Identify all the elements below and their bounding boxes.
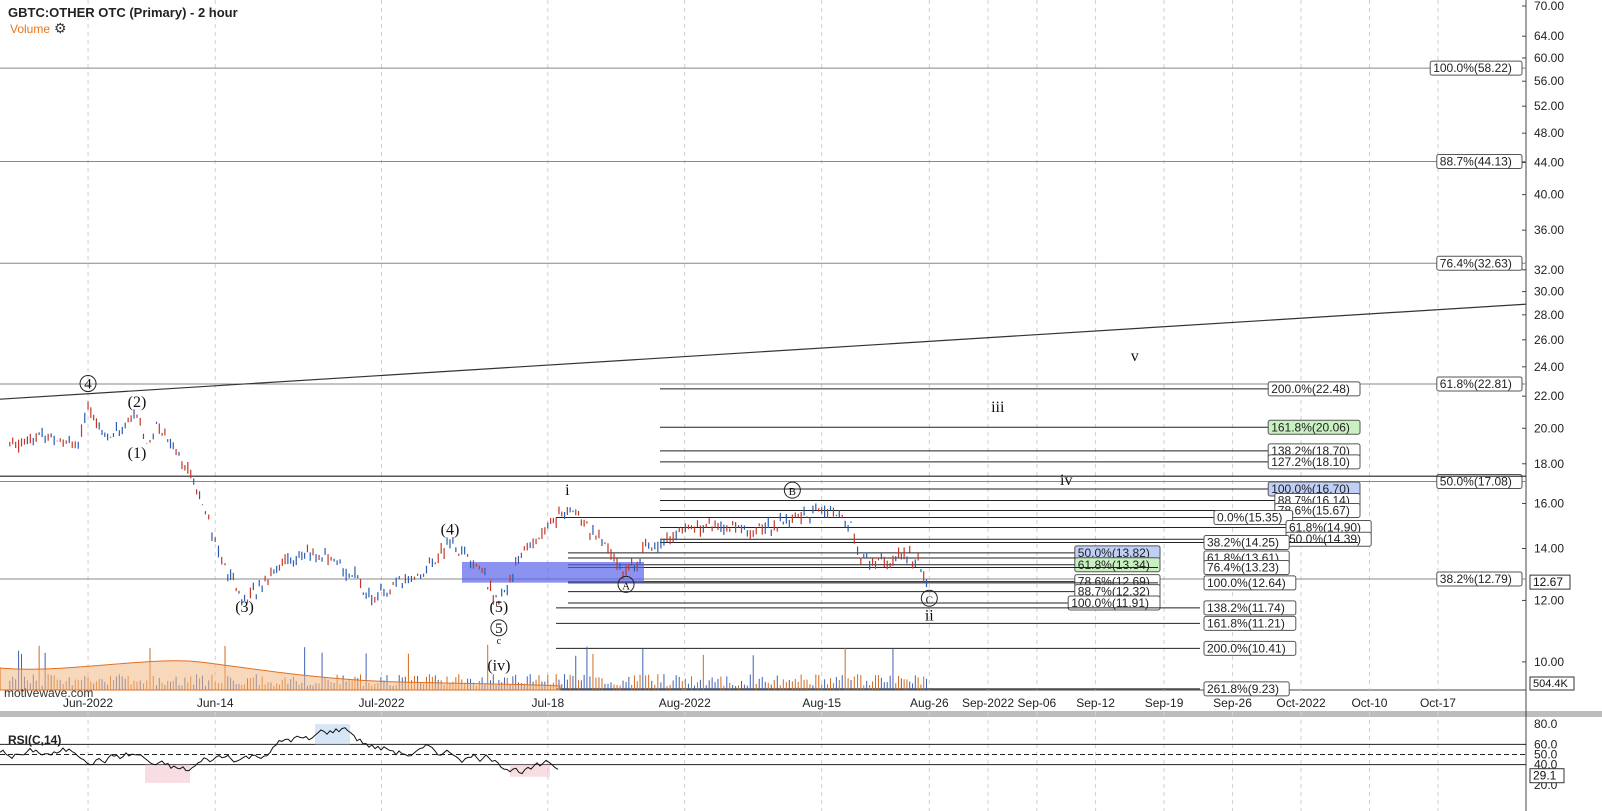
x-tick-label: Aug-15 — [802, 696, 841, 710]
y-tick-label: 10.00 — [1534, 655, 1564, 669]
y-tick-label: 40.00 — [1534, 188, 1564, 202]
y-tick-label: 60.00 — [1534, 51, 1564, 65]
wave-label: B — [789, 486, 796, 498]
x-tick-label: Sep-26 — [1213, 696, 1252, 710]
x-tick-label: Aug-26 — [910, 696, 949, 710]
projection-label: 138.2%(11.74) — [1207, 601, 1285, 615]
wave-label: (3) — [235, 599, 254, 616]
price-chart[interactable]: Jun-2022 Jun-14 Jul-2022 Jul-18 Aug-2022 Aug-… — [0, 0, 1602, 811]
watermark: motivewave.com — [4, 686, 94, 700]
volume-label[interactable]: Volume — [10, 22, 50, 36]
y-tick-label: 70.00 — [1534, 0, 1564, 13]
y-tick-label: 32.00 — [1534, 263, 1564, 277]
y-tick-label: 14.00 — [1534, 541, 1564, 555]
x-tick-label: Jun-14 — [197, 696, 234, 710]
wave-label: iii — [991, 399, 1005, 416]
wave-label: c — [497, 636, 502, 647]
projection-label: 161.8%(11.21) — [1207, 616, 1285, 630]
level-label: 76.4%(32.63) — [1440, 256, 1512, 270]
y-tick-label: 26.00 — [1534, 333, 1564, 347]
wave-label: iv — [1060, 472, 1072, 489]
y-tick-label: 16.00 — [1534, 496, 1564, 510]
x-tick-label: Oct-17 — [1420, 696, 1456, 710]
rsi-label: RSI(C,14) — [8, 733, 62, 747]
y-tick-label: 56.00 — [1534, 74, 1564, 88]
level-label: 100.0%(58.22) — [1433, 61, 1512, 75]
wave-label: (4) — [441, 521, 460, 538]
rsi-last-label: 29.1 — [1533, 769, 1557, 783]
pane-divider — [0, 711, 1602, 717]
wave-label: ii — [925, 608, 934, 625]
projection-label: 161.8%(20.06) — [1271, 420, 1350, 434]
wave-label: i — [565, 482, 570, 499]
projection-label: 50.0%(14.39) — [1289, 532, 1361, 546]
level-label: 88.7%(44.13) — [1440, 155, 1512, 169]
y-tick-label: 24.00 — [1534, 360, 1564, 374]
x-tick-label: Sep-19 — [1145, 696, 1184, 710]
wave-label: (5) — [490, 599, 509, 616]
rsi-pane — [0, 717, 1602, 811]
wave-label: 5 — [495, 621, 503, 637]
projection-label: 0.0%(15.35) — [1217, 510, 1282, 524]
x-tick-label: Aug-2022 — [659, 696, 711, 710]
wave-label: v — [1131, 348, 1139, 365]
x-tick-label: Oct-2022 — [1276, 696, 1326, 710]
last-volume-label: 504.4K — [1533, 678, 1569, 690]
wave-label: (1) — [128, 445, 147, 462]
x-tick-label: Oct-10 — [1351, 696, 1387, 710]
chart-window: Jun-2022 Jun-14 Jul-2022 Jul-18 Aug-2022 Aug-… — [0, 0, 1602, 811]
chart-title: GBTC:OTHER OTC (Primary) - 2 hour — [8, 5, 238, 20]
x-tick-label: Jul-2022 — [358, 696, 404, 710]
wave-label: (2) — [128, 394, 147, 411]
rsi-overbought-fill — [315, 724, 350, 745]
y-tick-label: 44.00 — [1534, 156, 1564, 170]
projection-label: 127.2%(18.10) — [1271, 455, 1350, 469]
rsi-tick-label: 60.0 — [1534, 737, 1558, 751]
y-tick-label: 48.00 — [1534, 126, 1564, 140]
y-tick-label: 52.00 — [1534, 99, 1564, 113]
x-tick-label: Sep-12 — [1076, 696, 1115, 710]
rsi-oversold-fill — [510, 764, 550, 777]
projection-label: 61.8%(13.34) — [1078, 558, 1150, 572]
x-tick-label: Jul-18 — [531, 696, 564, 710]
projection-label: 200.0%(22.48) — [1271, 382, 1350, 396]
y-tick-label: 28.00 — [1534, 308, 1564, 322]
y-tick-label: 22.00 — [1534, 389, 1564, 403]
wave-label: 4 — [84, 377, 92, 393]
level-label: 61.8%(22.81) — [1440, 377, 1512, 391]
x-tick-label: Sep-06 — [1018, 696, 1057, 710]
projection-label: 100.0%(12.64) — [1207, 576, 1286, 590]
projection-label: 261.8%(9.23) — [1207, 682, 1279, 696]
gear-icon[interactable]: ⚙ — [54, 21, 68, 35]
projection-label: 76.4%(13.23) — [1207, 561, 1279, 575]
last-price-label: 12.67 — [1533, 575, 1563, 589]
level-label: 38.2%(12.79) — [1440, 572, 1512, 586]
projection-label: 38.2%(14.25) — [1207, 536, 1279, 550]
y-tick-label: 64.00 — [1534, 29, 1564, 43]
y-tick-label: 20.00 — [1534, 421, 1564, 435]
y-tick-label: 36.00 — [1534, 223, 1564, 237]
wave-label: (iv) — [487, 657, 510, 674]
y-tick-label: 12.00 — [1534, 593, 1564, 607]
y-tick-label: 30.00 — [1534, 285, 1564, 299]
rsi-tick-label: 80.0 — [1534, 717, 1558, 731]
y-tick-label: 18.00 — [1534, 457, 1564, 471]
projection-label: 200.0%(10.41) — [1207, 641, 1286, 655]
x-tick-label: Sep-2022 — [962, 696, 1014, 710]
wave-label: C — [926, 594, 933, 606]
wave-label: A — [622, 580, 630, 592]
